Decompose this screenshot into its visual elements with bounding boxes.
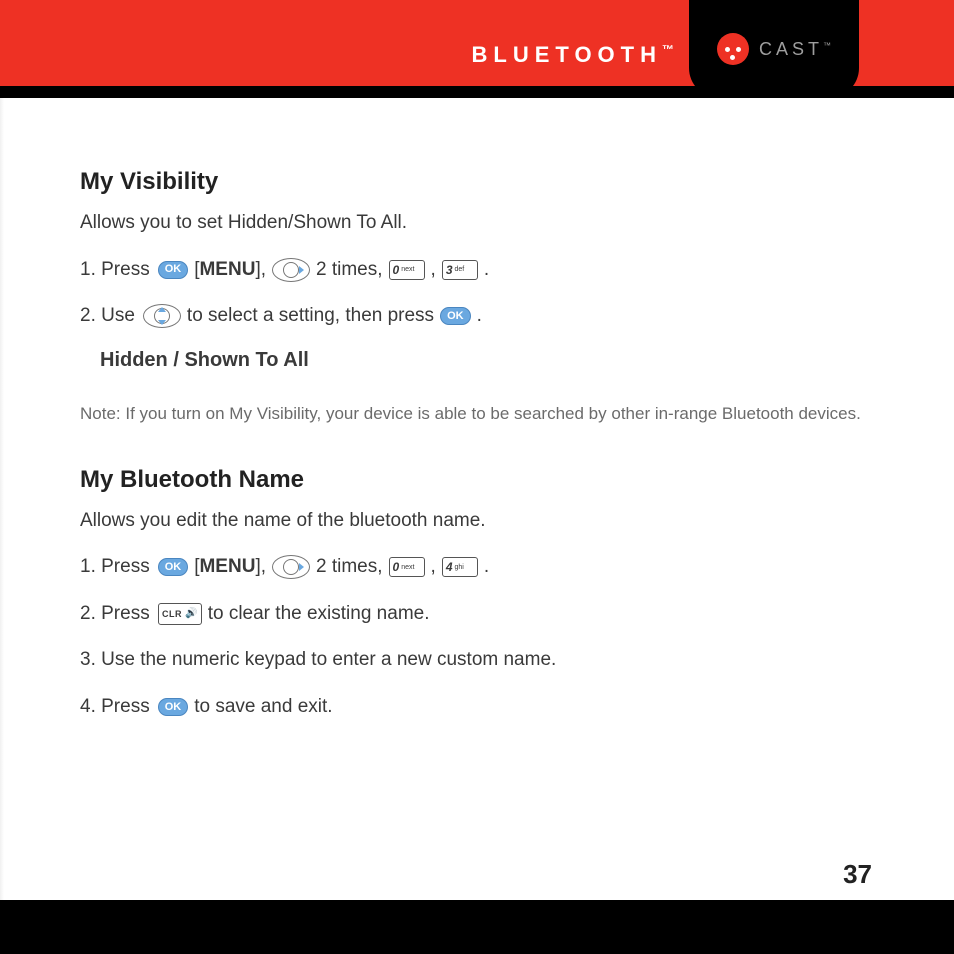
brand-text: CAST™	[759, 39, 831, 60]
step-text: 1. Press	[80, 554, 150, 581]
visibility-step-1: 1. Press OK [MENU], 2 times, 0next , 3de…	[80, 257, 874, 284]
heading-my-bluetooth-name: My Bluetooth Name	[80, 466, 874, 494]
period: .	[484, 554, 489, 581]
page-header: BLUETOOTH™ CAST™	[0, 0, 954, 98]
desc-my-visibility: Allows you to set Hidden/Shown To All.	[80, 210, 874, 237]
ok-button-icon: OK	[158, 558, 189, 576]
ok-button-icon: OK	[440, 307, 471, 325]
vcast-logo-icon	[717, 33, 749, 65]
nav-updown-icon	[143, 304, 181, 328]
btname-step-2: 2. Press CLR🔊 to clear the existing name…	[80, 601, 874, 628]
comma: ,	[431, 554, 436, 581]
step-text: to save and exit.	[194, 694, 332, 721]
step-text: to select a setting, then press	[187, 303, 434, 330]
menu-label: MENU	[199, 259, 255, 280]
brand-badge: CAST™	[689, 0, 859, 98]
btname-step-3: 3. Use the numeric keypad to enter a new…	[80, 647, 874, 674]
page-footer	[0, 900, 954, 954]
key-4-icon: 4ghi	[442, 557, 478, 577]
visibility-step-2: 2. Use to select a setting, then press O…	[80, 303, 874, 330]
btname-step-1: 1. Press OK [MENU], 2 times, 0next , 4gh…	[80, 554, 874, 581]
page-content: My Visibility Allows you to set Hidden/S…	[0, 98, 954, 721]
clr-key-icon: CLR🔊	[158, 603, 202, 625]
step-text: 2 times,	[316, 554, 383, 581]
desc-my-bluetooth-name: Allows you edit the name of the bluetoot…	[80, 508, 874, 535]
heading-my-visibility: My Visibility	[80, 168, 874, 196]
speaker-icon: 🔊	[185, 607, 197, 621]
step-text: to clear the existing name.	[208, 601, 430, 628]
step-text: 3. Use the numeric keypad to enter a new…	[80, 647, 556, 674]
btname-step-4: 4. Press OK to save and exit.	[80, 694, 874, 721]
section-title-text: BLUETOOTH	[472, 42, 662, 67]
brand-tm: ™	[823, 41, 831, 50]
key-3-icon: 3def	[442, 260, 478, 280]
comma: ,	[431, 257, 436, 284]
step-text: 2. Use	[80, 303, 135, 330]
period: .	[477, 303, 482, 330]
section-title-tm: ™	[662, 43, 674, 57]
key-0-icon: 0next	[389, 557, 425, 577]
page-number: 37	[843, 859, 872, 890]
ok-button-icon: OK	[158, 698, 189, 716]
section-title: BLUETOOTH™	[472, 42, 674, 68]
ok-button-icon: OK	[158, 261, 189, 279]
page-fold-shadow	[0, 98, 4, 900]
menu-label: MENU	[199, 556, 255, 577]
step-text: 2 times,	[316, 257, 383, 284]
menu-bracket: [MENU],	[194, 257, 266, 284]
nav-right-icon	[272, 555, 310, 579]
nav-right-icon	[272, 258, 310, 282]
menu-bracket: [MENU],	[194, 554, 266, 581]
visibility-options: Hidden / Shown To All	[100, 346, 874, 374]
brand-label: CAST	[759, 39, 823, 59]
visibility-note: Note: If you turn on My Visibility, your…	[80, 402, 874, 426]
key-0-icon: 0next	[389, 260, 425, 280]
step-text: 4. Press	[80, 694, 150, 721]
step-text: 2. Press	[80, 601, 150, 628]
period: .	[484, 257, 489, 284]
step-text: 1. Press	[80, 257, 150, 284]
